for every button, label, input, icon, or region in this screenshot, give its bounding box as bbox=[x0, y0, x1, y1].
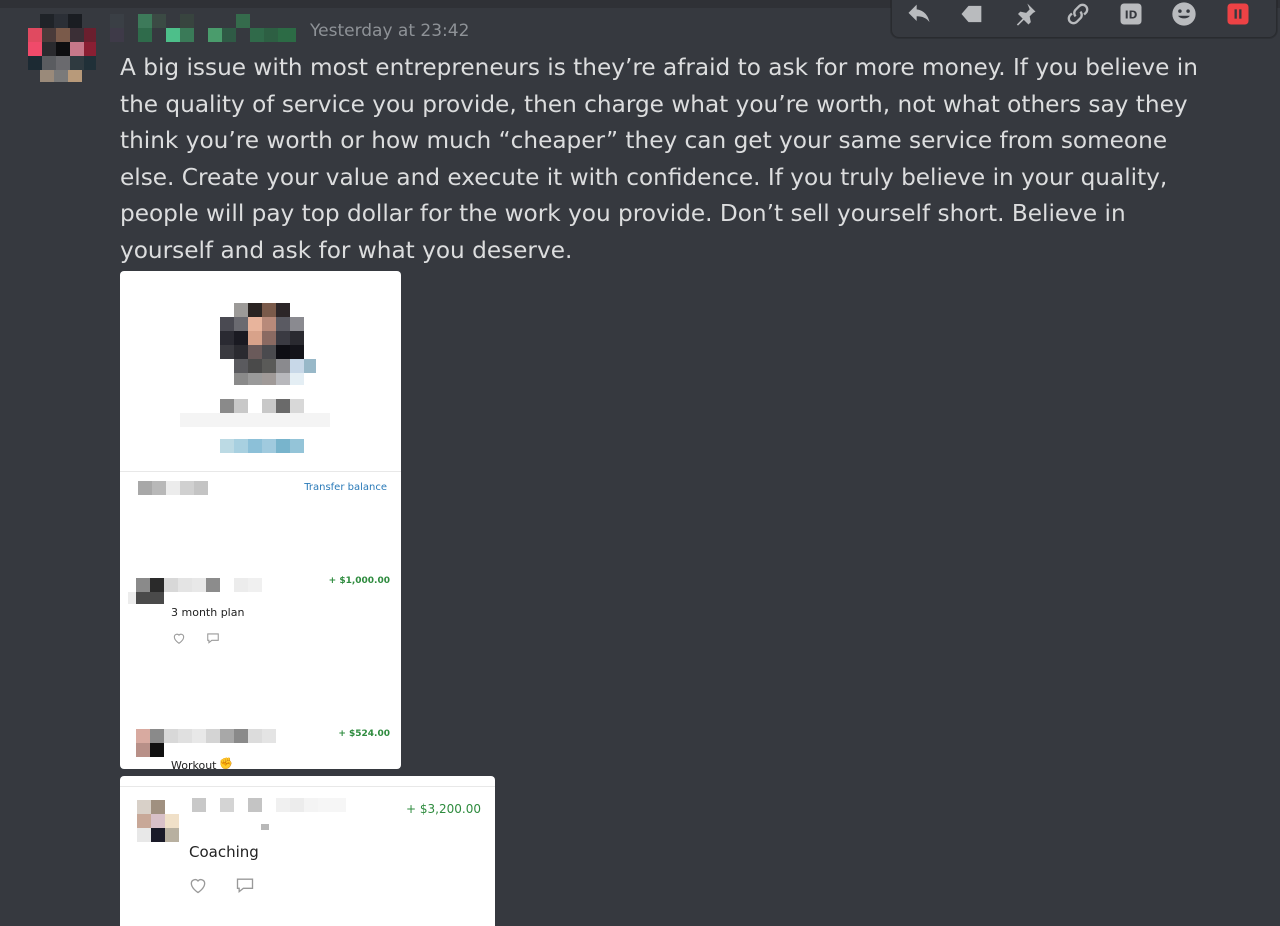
redacted-balance-label bbox=[138, 481, 208, 495]
link-icon[interactable] bbox=[1061, 0, 1095, 29]
pin-icon[interactable] bbox=[1008, 0, 1042, 29]
comment-icon[interactable] bbox=[235, 875, 255, 895]
transaction-1-avatar bbox=[128, 578, 164, 606]
transaction-2-note: Workout bbox=[171, 759, 217, 769]
emoji-icon[interactable] bbox=[1167, 0, 1201, 29]
profile-photo bbox=[220, 303, 316, 385]
redacted-balance bbox=[220, 439, 304, 453]
transaction-2-name bbox=[164, 729, 276, 743]
section-divider bbox=[120, 471, 401, 472]
transfer-balance-link[interactable]: Transfer balance bbox=[304, 482, 387, 493]
flexed-bicep-emoji-icon: ✊ bbox=[219, 757, 233, 769]
comment-icon[interactable] bbox=[206, 631, 220, 645]
transaction-3-name bbox=[192, 798, 346, 812]
svg-text:ID: ID bbox=[1125, 10, 1138, 22]
like-icon[interactable] bbox=[172, 631, 186, 645]
transaction-3-avatar bbox=[137, 800, 179, 842]
transaction-2-avatar bbox=[136, 729, 166, 757]
message-toolbar: ID bbox=[891, 0, 1277, 38]
reply-icon[interactable] bbox=[902, 0, 936, 29]
like-icon[interactable] bbox=[188, 875, 208, 895]
transaction-1-note: 3 month plan bbox=[171, 606, 245, 619]
card-top-divider bbox=[120, 786, 495, 787]
redacted-separator bbox=[261, 824, 269, 830]
redacted-handle bbox=[180, 413, 330, 427]
transaction-2-amount: + $524.00 bbox=[338, 729, 390, 739]
transaction-1-amount: + $1,000.00 bbox=[328, 576, 390, 586]
transaction-3-amount: + $3,200.00 bbox=[406, 802, 481, 816]
username[interactable] bbox=[110, 14, 300, 44]
message-timestamp[interactable]: Yesterday at 23:42 bbox=[310, 21, 469, 41]
message-content: A big issue with most entrepreneurs is t… bbox=[120, 54, 1198, 264]
delete-icon[interactable] bbox=[1221, 0, 1255, 29]
attachment-image-1[interactable]: Transfer balance + $1,000.00 3 month pla… bbox=[120, 271, 401, 769]
transaction-3-note: Coaching bbox=[189, 843, 259, 861]
tag-icon[interactable] bbox=[955, 0, 989, 29]
avatar[interactable] bbox=[28, 14, 96, 82]
redacted-profile-name bbox=[220, 399, 310, 413]
id-icon[interactable]: ID bbox=[1114, 0, 1148, 29]
attachment-image-2[interactable]: + $3,200.00 Coaching bbox=[120, 776, 495, 926]
transaction-1-name bbox=[164, 578, 262, 592]
